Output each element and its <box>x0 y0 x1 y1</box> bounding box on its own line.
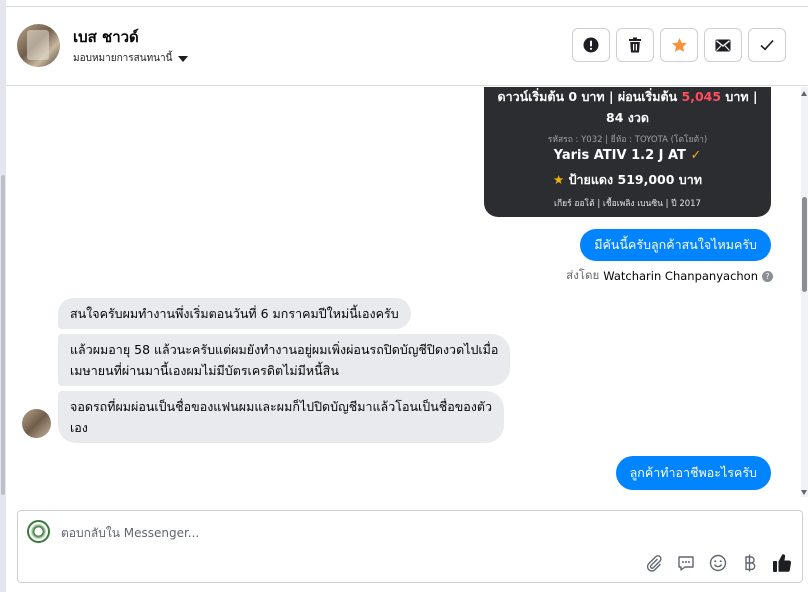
left-scrollbar-thumb[interactable] <box>1 175 5 495</box>
card-price: ★ ป้ายแดง 519,000 บาท <box>484 170 771 190</box>
thumbs-up-icon <box>773 554 792 572</box>
help-icon[interactable]: ? <box>762 270 773 282</box>
emoji-button[interactable] <box>708 553 728 573</box>
card-model-name: Yaris ATIV 1.2 J AT <box>553 148 686 163</box>
conversation-header: เบส ชาวด์ มอบหมายการสนทนานี้ <box>6 6 808 86</box>
verified-check-icon: ✓ <box>690 148 702 163</box>
incoming-message[interactable]: แล้วผมอายุ 58 แล้วนะครับแต่ผมยังทำงานอยู… <box>58 334 511 386</box>
card-specs: เกียร์ ออโต้ | เชื้อเพลิง เบนซิน | ปี 20… <box>554 199 701 209</box>
card-installment-amount: 5,045 <box>681 89 722 104</box>
thread-scrollbar[interactable] <box>801 87 808 497</box>
card-installment-prefix: ดาวน์เริ่มต้น 0 บาท | ผ่อนเริ่มต้น <box>497 89 682 104</box>
email-button[interactable] <box>704 28 742 62</box>
card-model: Yaris ATIV 1.2 J AT ✓ <box>484 148 771 163</box>
card-installment-suffix: บาท | <box>721 89 758 104</box>
saved-reply-icon <box>678 556 694 571</box>
star-icon <box>671 37 687 52</box>
incoming-message-text: สนใจครับผมทำงานพึ่งเริ่มตอนวันที่ 6 มกรา… <box>70 306 399 321</box>
saved-replies-button[interactable] <box>676 553 696 573</box>
product-card[interactable]: ดาวน์เริ่มต้น 0 บาท | ผ่อนเริ่มต้น 5,045… <box>484 87 771 217</box>
scroll-down-icon[interactable] <box>801 490 807 495</box>
card-price-text: ป้ายแดง 519,000 บาท <box>568 172 702 187</box>
incoming-message[interactable]: สนใจครับผมทำงานพึ่งเริ่มตอนวันที่ 6 มกรา… <box>58 298 411 329</box>
assign-label: มอบหมายการสนทนานี้ <box>73 53 173 64</box>
attachment-icon <box>646 555 662 572</box>
price-star-icon: ★ <box>553 172 565 187</box>
like-button[interactable] <box>772 553 792 573</box>
report-icon <box>583 37 599 53</box>
page-logo <box>27 520 50 543</box>
messenger-conversation-panel: เบส ชาวด์ มอบหมายการสนทนานี้ ดาวน์เริ่มต… <box>0 0 808 592</box>
attach-button[interactable] <box>644 553 664 573</box>
baht-icon <box>745 554 756 572</box>
outgoing-message[interactable]: ลูกค้าทำอาชีพอะไรครับ <box>615 456 771 490</box>
incoming-message[interactable]: จอดรถที่ผมผ่อนเป็นชื่อของแฟนผมและผมก็ไปป… <box>58 391 505 443</box>
payment-button[interactable] <box>740 553 760 573</box>
incoming-message-text: จอดรถที่ผมผ่อนเป็นชื่อของแฟนผมและผมก็ไปป… <box>70 399 493 414</box>
mark-done-button[interactable] <box>748 28 786 62</box>
reply-input[interactable] <box>61 523 561 543</box>
scroll-up-icon[interactable] <box>801 91 807 96</box>
header-actions <box>572 28 786 62</box>
incoming-message-text: เมษายนที่ผ่านมานี้เองผมไม่มีบัตรเครดิตไม… <box>70 363 339 378</box>
sent-by-prefix: ส่งโดย <box>566 268 600 282</box>
emoji-icon <box>709 554 727 572</box>
card-installment-periods: 84 งวด <box>606 110 649 125</box>
contact-avatar-small[interactable] <box>22 409 51 438</box>
assign-conversation-dropdown[interactable]: มอบหมายการสนทนานี้ <box>73 51 189 66</box>
sent-by-name[interactable]: Watcharin Chanpanyachon <box>603 269 758 283</box>
trash-icon <box>629 37 641 53</box>
card-meta: รหัสรถ : Y032 | ยี่ห้อ : TOYOTA (โตโยต้า… <box>547 135 708 145</box>
contact-avatar[interactable] <box>17 24 60 67</box>
message-thread[interactable]: ดาวน์เริ่มต้น 0 บาท | ผ่อนเริ่มต้น 5,045… <box>6 87 801 497</box>
report-button[interactable] <box>572 28 610 62</box>
mail-icon <box>715 39 731 51</box>
incoming-message-text: แล้วผมอายุ 58 แล้วนะครับแต่ผมยังทำงานอยู… <box>70 342 499 357</box>
composer-tools <box>644 553 792 573</box>
card-installment-line: ดาวน์เริ่มต้น 0 บาท | ผ่อนเริ่มต้น 5,045… <box>484 87 771 107</box>
thread-scrollbar-thumb[interactable] <box>802 197 807 292</box>
sent-by-line: ส่งโดย Watcharin Chanpanyachon ? <box>566 267 773 285</box>
delete-button[interactable] <box>616 28 654 62</box>
caret-down-icon <box>178 55 189 62</box>
outgoing-message[interactable]: มีคันนี้ครับลูกค้าสนใจไหมครับ <box>580 229 771 261</box>
incoming-message-text: เอง <box>70 420 88 435</box>
star-button[interactable] <box>660 28 698 62</box>
reply-composer <box>17 510 803 583</box>
check-icon <box>760 39 774 51</box>
contact-name[interactable]: เบส ชาวด์ <box>73 25 139 49</box>
